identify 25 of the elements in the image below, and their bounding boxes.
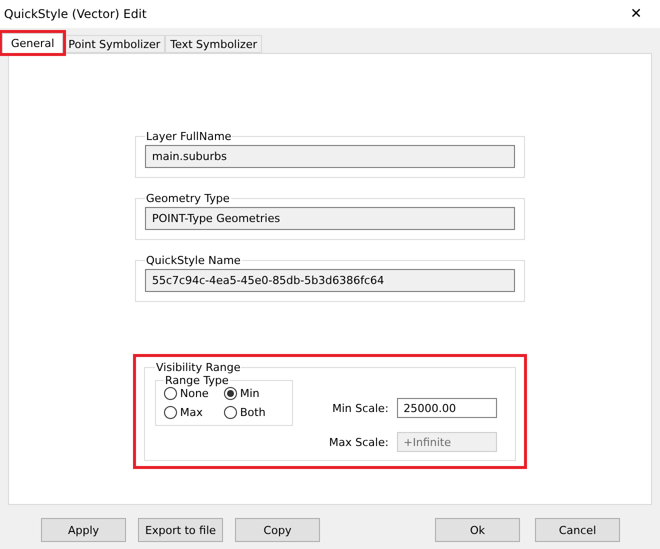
dialog-button[interactable]: Ok: [435, 518, 520, 542]
close-icon[interactable]: ✕: [630, 6, 642, 22]
group-title: Layer FullName: [145, 130, 232, 143]
readonly-field[interactable]: POINT-Type Geometries: [145, 207, 515, 230]
window-title: QuickStyle (Vector) Edit: [4, 7, 147, 21]
readonly-field[interactable]: main.suburbs: [145, 145, 515, 168]
radio-button[interactable]: None: [164, 387, 224, 400]
input-field[interactable]: 25000.00: [396, 398, 497, 418]
dialog-button[interactable]: Cancel: [535, 518, 620, 542]
group-title: QuickStyle Name: [145, 254, 242, 267]
field-label: Min Scale:: [331, 402, 389, 414]
tab[interactable]: Text Symbolizer: [165, 35, 262, 53]
group-title: Visibility Range: [155, 361, 242, 374]
group-title: Geometry Type: [145, 192, 231, 205]
field-label: Max Scale:: [329, 436, 389, 448]
dialog-button[interactable]: Apply: [41, 518, 126, 542]
readonly-field[interactable]: 55c7c94c-4ea5-45e0-85db-5b3d6386fc64: [145, 269, 515, 292]
dialog-button[interactable]: Export to file: [138, 518, 223, 542]
radio-button[interactable]: Both: [224, 406, 284, 419]
tab[interactable]: General: [2, 33, 64, 53]
dialog-button[interactable]: Copy: [235, 518, 320, 542]
radio-button[interactable]: Min: [224, 387, 284, 400]
group-title: Range Type: [164, 374, 230, 387]
radio-button[interactable]: Max: [164, 406, 224, 419]
tab[interactable]: Point Symbolizer: [63, 35, 166, 53]
